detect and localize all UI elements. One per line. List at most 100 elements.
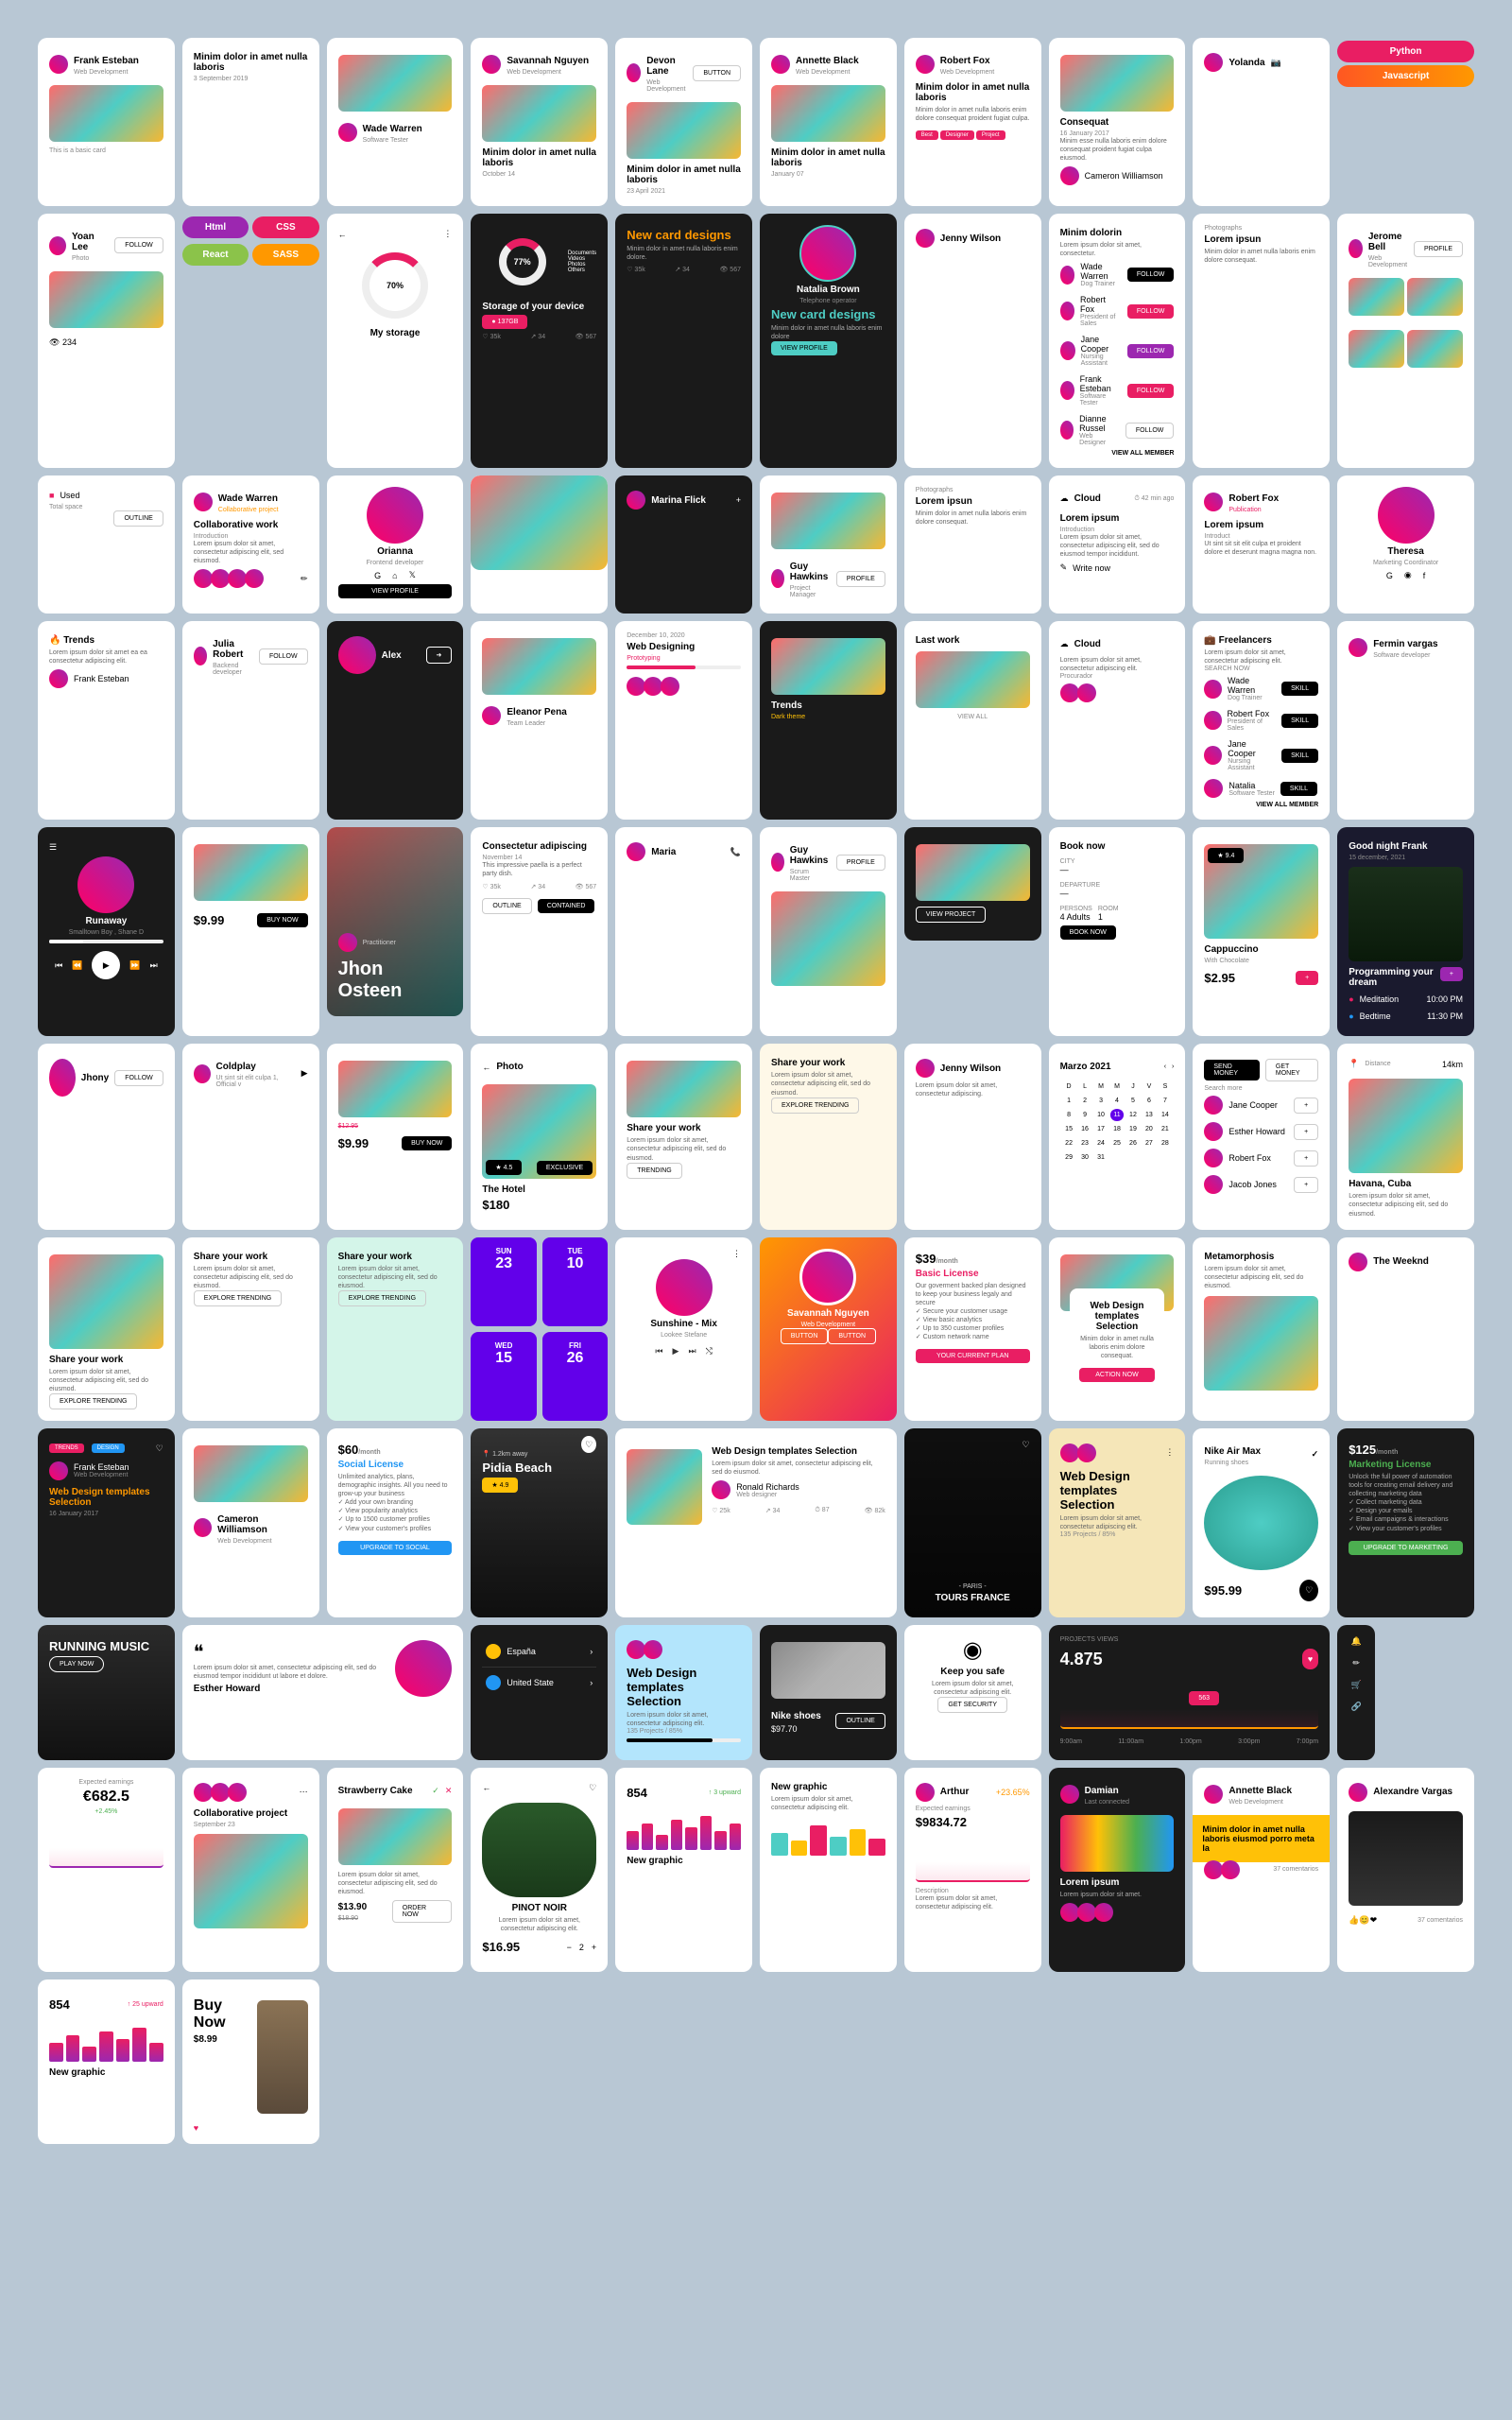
user-maria[interactable]: Maria📞 [615,827,752,1036]
wine-card[interactable]: ←♡ PINOT NOIR Lorem ipsum dolor sit amet… [471,1768,608,1972]
share1-card[interactable]: Share your workLorem ipsum dolor sit ame… [615,1044,752,1229]
frank-web-design[interactable]: TRENDSDESIGN♡ Frank EstebanWeb Developme… [38,1428,175,1617]
card-wade-img[interactable]: Wade WarrenSoftware Tester [327,38,464,206]
toolbar-card[interactable]: 🔔 ✏ 🛒 🔗 [1337,1625,1375,1760]
alex-banner[interactable]: Alex➜ [327,621,464,820]
annette-card[interactable]: Annette BlackWeb Development Minim dolor… [1193,1768,1330,1972]
back-icon[interactable]: ← [482,1783,490,1792]
card-new-designs[interactable]: New card designs Minim dolor in amet nul… [615,214,752,468]
guy-card[interactable]: Guy HawkinsProject ManagerPROFILE [760,475,897,614]
jhon-card[interactable]: Practitioner Jhon Osteen [327,827,464,1016]
guy2-card[interactable]: Guy HawkinsScrum MasterPROFILE [760,827,897,1036]
instagram-icon[interactable]: ◉ [1404,570,1412,580]
card-storage[interactable]: ←⋮ 70% My storage [327,214,464,468]
bell-icon[interactable]: 🔔 [1351,1636,1362,1647]
prev-icon[interactable]: ⏮ [655,1346,662,1357]
price-card[interactable]: $9.99BUY NOW [182,827,319,1036]
next-icon[interactable]: ⏭ [150,960,158,971]
web-design2-card[interactable]: Web Design templates Selection Lorem ips… [615,1625,752,1760]
user-jenny[interactable]: Jenny Wilson [904,214,1041,468]
hotel-card[interactable]: ←Photo ★ 4.5EXCLUSIVE The Hotel $180 [471,1044,608,1229]
pill-css[interactable]: CSS [252,216,318,238]
share-card-img[interactable]: Share your work Lorem ipsum dolor sit am… [38,1237,175,1421]
prev-icon[interactable]: ‹ [1164,1063,1166,1070]
savannah-profile[interactable]: Savannah Nguyen Web Development BUTTONBU… [760,1237,897,1421]
damian-card[interactable]: DamianLast connected Lorem ipsum Lorem i… [1049,1768,1186,1972]
pill-sass[interactable]: SASS [252,244,318,266]
prev-icon[interactable]: ⏮ [55,960,62,971]
shuffle-icon[interactable]: ⤭ [706,1346,713,1357]
user-jhony[interactable]: JhonyFOLLOW [38,1044,175,1229]
web-design1-card[interactable]: ⋮ Web Design templates Selection Lorem i… [1049,1428,1186,1617]
user-fermin[interactable]: Fermin vargasSoftware developer [1337,621,1474,820]
weeknd-card[interactable]: The Weeknd [1337,1237,1474,1421]
pill-html[interactable]: Html [182,216,249,238]
more-icon[interactable]: ⋮ [443,229,452,239]
music-player[interactable]: ☰ Runaway Smalltown Boy , Shane D ⏮⏪▶⏩⏭ [38,827,175,1036]
robert-fox-card[interactable]: Robert FoxPublication Lorem ipsumIntrodu… [1193,475,1330,614]
card-robert-fox[interactable]: Robert FoxWeb Development Minim dolor in… [904,38,1041,206]
license2-card[interactable]: $60/month Social License Unlimited analy… [327,1428,464,1617]
paris-card[interactable]: ♡ - PARIS - TOURS FRANCE [904,1428,1041,1617]
collab-card[interactable]: ⋯ Collaborative project September 23 [182,1768,319,1972]
back-icon[interactable]: ← [482,1063,490,1072]
cloud2-card[interactable]: ☁Cloud Lorem ipsum dolor sit amet, conse… [1049,621,1186,820]
link-icon[interactable]: 🔗 [1351,1702,1362,1712]
cameron-card[interactable]: Cameron WilliamsonWeb Development [182,1428,319,1617]
heart-icon[interactable]: ♡ [1022,1440,1030,1449]
card-devon[interactable]: Devon LaneWeb DevelopmentBUTTON Minim do… [615,38,752,206]
countries-card[interactable]: España› United State› [471,1625,608,1760]
heart-icon[interactable]: ♥ [194,2123,198,2133]
more-icon[interactable]: ⋯ [300,1787,308,1797]
web-designing-card[interactable]: December 10, 2020 Web Designing Prototyp… [615,621,752,820]
trends-dark-card[interactable]: Trends Dark theme [760,621,897,820]
coldplay-card[interactable]: ColdplayUt sint sit elit culpa 1, Offici… [182,1044,319,1229]
alex-vargas-card[interactable]: Alexandre Vargas 👍😊❤37 comentarios [1337,1768,1474,1972]
eleanor-card[interactable]: Eleanor PenaTeam Leader [471,621,608,820]
used-card[interactable]: ■Used Total space OUTLINE [38,475,175,614]
card-frank-esteban[interactable]: Frank EstebanWeb Development This is a b… [38,38,175,206]
back-icon[interactable]: ← [338,230,347,239]
google-icon[interactable]: G [374,571,381,580]
graph1-card[interactable]: 854↑ 3 upward New graphic [615,1768,752,1972]
add-icon[interactable]: + [1296,971,1318,985]
adipiscing-card[interactable]: Consectetur adipiscing November 14 This … [471,827,608,1036]
graph3-card[interactable]: New graphic Lorem ipsum dolor sit amet, … [760,1768,897,1972]
play-icon[interactable]: ▶ [301,1068,308,1079]
pidia-card[interactable]: ♡ 📍 1.2km away Pidia Beach ★ 4.9 [471,1428,608,1617]
freelancers-card[interactable]: 💼 Freelancers Lorem ipsum dolor sit amet… [1193,621,1330,820]
card-device-storage[interactable]: 77% DocumentsVideosPhotosOthers Storage … [471,214,608,468]
card-photo1[interactable]: PhotographsLorem ipsunMinim dolor in ame… [1193,214,1330,468]
jerome-card[interactable]: Jerome BellWeb DevelopmentPROFILE [1337,214,1474,468]
card-consequat[interactable]: Consequat16 January 2017 Minim esse null… [1049,38,1186,206]
edit-icon[interactable]: ✏ [301,574,308,584]
trends-card[interactable]: 🔥 Trends Lorem ipsum dolor sit amet ea e… [38,621,175,820]
team-card[interactable]: Minim dolorinLorem ipsum dolor sit amet,… [1049,214,1186,468]
user-yolanda[interactable]: Yolanda📷 [1193,38,1330,206]
pill-react[interactable]: React [182,244,249,266]
share4-card[interactable]: Share your workLorem ipsum dolor sit ame… [327,1237,464,1421]
send-money-card[interactable]: SEND MONEYGET MONEY Search more Jane Coo… [1193,1044,1330,1229]
card-annette-1[interactable]: Annette BlackWeb Development Minim dolor… [760,38,897,206]
heart-icon[interactable]: ♡ [589,1783,596,1793]
date-sun[interactable]: SUN23 [471,1237,536,1326]
cappuccino-card[interactable]: ★ 9.4 Cappuccino With Chocolate $2.95+ [1193,827,1330,1036]
havana-card[interactable]: 📍Distance14km Havana, Cuba Lorem ipsum d… [1337,1044,1474,1229]
earnings-card[interactable]: Expected earnings €682.5 +2.45% [38,1768,175,1972]
more-icon[interactable]: ⋮ [1165,1447,1174,1458]
rewind-icon[interactable]: ⏪ [72,960,82,971]
web-sel-card[interactable]: Web Design templates Selection Minim dol… [1049,1237,1186,1421]
minus-icon[interactable]: − [567,1943,572,1952]
goodnight-card[interactable]: Good night Frank 15 december, 2021 + Pro… [1337,827,1474,1036]
proj-views-card[interactable]: PROJECTS VIEWS 4.875♥ 563 9:00am11:00am1… [1049,1625,1331,1760]
heart-icon[interactable]: ♥ [1302,1649,1318,1669]
heart-icon[interactable]: ♡ [1299,1580,1318,1601]
share2-card[interactable]: Share your workLorem ipsum dolor sit ame… [760,1044,897,1229]
pill-js[interactable]: Javascript [1337,65,1474,87]
strawberry-card[interactable]: Strawberry Cake✓✕ Lorem ipsum dolor sit … [327,1768,464,1972]
date-tue[interactable]: TUE10 [542,1237,608,1326]
google-icon[interactable]: G [1386,571,1393,580]
book-card[interactable]: Book now CITY— DEPARTURE— PERSONS4 Adult… [1049,827,1186,1036]
meta-card[interactable]: Metamorphosis Lorem ipsum dolor sit amet… [1193,1237,1330,1421]
card-minim[interactable]: Minim dolor in amet nulla laboris3 Septe… [182,38,319,206]
